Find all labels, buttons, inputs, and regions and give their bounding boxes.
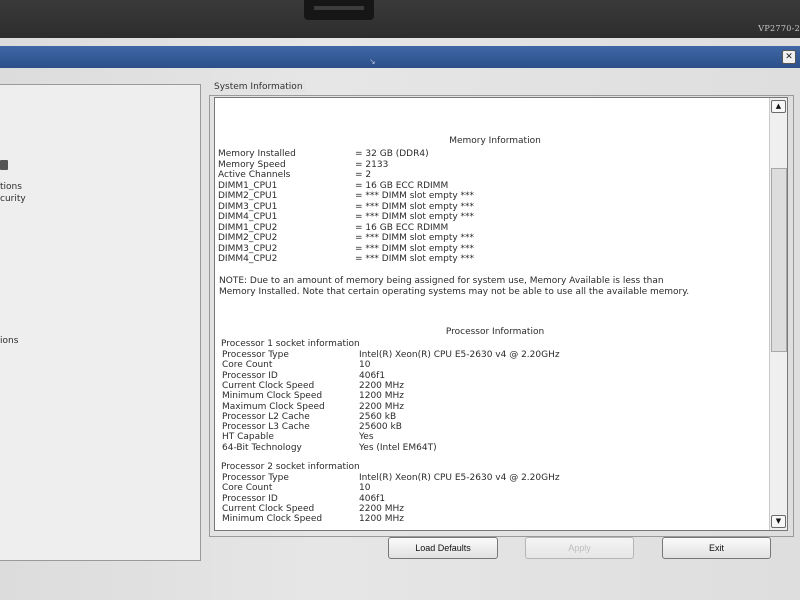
memory-value: = *** DIMM slot empty *** xyxy=(355,202,475,212)
scroll-up-icon[interactable]: ▲ xyxy=(771,100,786,113)
processor-label: HT Capable xyxy=(222,432,274,442)
processor-label: Core Count xyxy=(222,483,273,493)
info-content-panel[interactable]: Memory Information Memory Installed = 32 G… xyxy=(214,97,788,531)
navigation-tree: tions curity ions xyxy=(0,84,201,561)
memory-value: = *** DIMM slot empty *** xyxy=(355,191,475,201)
memory-value: = *** DIMM slot empty *** xyxy=(355,212,475,222)
memory-value: = 2 xyxy=(355,170,372,180)
processor-label: Maximum Clock Speed xyxy=(222,402,325,412)
processor-label: Processor Type xyxy=(222,473,289,483)
processor-label: Processor ID xyxy=(222,494,278,504)
processor-value: 406f1 xyxy=(359,371,386,381)
memory-value: = 2133 xyxy=(355,160,389,170)
vertical-scrollbar[interactable]: ▲ ▼ xyxy=(769,98,787,530)
memory-note: NOTE: Due to an amount of memory being a… xyxy=(219,276,690,297)
load-defaults-button[interactable]: Load Defaults xyxy=(388,537,498,559)
memory-value: = 16 GB ECC RDIMM xyxy=(355,181,449,191)
memory-label: DIMM1_CPU2 xyxy=(218,223,278,233)
processor-value: 10 xyxy=(359,360,371,370)
close-button[interactable]: ✕ xyxy=(782,50,796,64)
titlebar-mark: ↘ xyxy=(369,57,376,66)
memory-label: DIMM4_CPU1 xyxy=(218,212,278,222)
bios-screen: ↘ ✕ tions curity ions System Information… xyxy=(0,38,800,600)
memory-label: DIMM3_CPU2 xyxy=(218,244,278,254)
processor-label: Current Clock Speed xyxy=(222,504,315,514)
window-titlebar: ↘ ✕ xyxy=(0,46,800,68)
tree-node-icon xyxy=(0,160,8,170)
apply-button[interactable]: Apply xyxy=(525,537,634,559)
memory-label: DIMM1_CPU1 xyxy=(218,181,278,191)
processor-label: Processor ID xyxy=(222,371,278,381)
scroll-thumb[interactable] xyxy=(771,168,787,352)
processor-value: 25600 kB xyxy=(359,422,402,432)
memory-value: = *** DIMM slot empty *** xyxy=(355,233,475,243)
processor-value: Intel(R) Xeon(R) CPU E5-2630 v4 @ 2.20GH… xyxy=(359,350,560,360)
monitor-bezel: VP2770-2 xyxy=(0,0,800,38)
processor-value: 10 xyxy=(359,483,371,493)
processor-info-heading: Processor Information xyxy=(445,327,545,337)
scroll-down-icon[interactable]: ▼ xyxy=(771,515,786,528)
socket-title: Processor 1 socket information xyxy=(221,339,360,349)
memory-value: = 32 GB (DDR4) xyxy=(355,149,429,159)
processor-value: Yes (Intel EM64T) xyxy=(359,443,437,453)
processor-label: Core Count xyxy=(222,360,273,370)
processor-label: Current Clock Speed xyxy=(222,381,315,391)
processor-value: 2200 MHz xyxy=(359,504,405,514)
memory-value: = *** DIMM slot empty *** xyxy=(355,254,475,264)
memory-info-heading: Memory Information xyxy=(449,136,541,146)
memory-label: DIMM2_CPU1 xyxy=(218,191,278,201)
group-title: System Information xyxy=(212,82,305,92)
processor-label: Processor L3 Cache xyxy=(222,422,310,432)
memory-value: = 16 GB ECC RDIMM xyxy=(355,223,449,233)
memory-label: Memory Installed xyxy=(218,149,296,159)
processor-value: 2200 MHz xyxy=(359,381,405,391)
processor-label: 64-Bit Technology xyxy=(222,443,302,453)
memory-label: Active Channels xyxy=(218,170,291,180)
processor-label: Minimum Clock Speed xyxy=(222,391,323,401)
processor-label: Processor Type xyxy=(222,350,289,360)
processor-value: 406f1 xyxy=(359,494,386,504)
processor-value: 1200 MHz xyxy=(359,391,405,401)
memory-label: DIMM2_CPU2 xyxy=(218,233,278,243)
processor-label: Minimum Clock Speed xyxy=(222,514,323,524)
exit-button[interactable]: Exit xyxy=(662,537,771,559)
processor-value: 2560 kB xyxy=(359,412,397,422)
memory-value: = *** DIMM slot empty *** xyxy=(355,244,475,254)
nav-item-options[interactable]: tions xyxy=(0,182,22,192)
memory-label: DIMM3_CPU1 xyxy=(218,202,278,212)
memory-label: DIMM4_CPU2 xyxy=(218,254,278,264)
monitor-mount-clip xyxy=(304,0,374,20)
processor-label: Processor L2 Cache xyxy=(222,412,310,422)
socket-title: Processor 2 socket information xyxy=(221,462,360,472)
nav-item-options-2[interactable]: ions xyxy=(0,336,18,346)
processor-value: 2200 MHz xyxy=(359,402,405,412)
processor-value: Intel(R) Xeon(R) CPU E5-2630 v4 @ 2.20GH… xyxy=(359,473,560,483)
processor-value: Yes xyxy=(359,432,374,442)
processor-value: 1200 MHz xyxy=(359,514,405,524)
monitor-model-label: VP2770-2 xyxy=(758,24,800,33)
nav-item-security[interactable]: curity xyxy=(0,194,26,204)
memory-label: Memory Speed xyxy=(218,160,286,170)
